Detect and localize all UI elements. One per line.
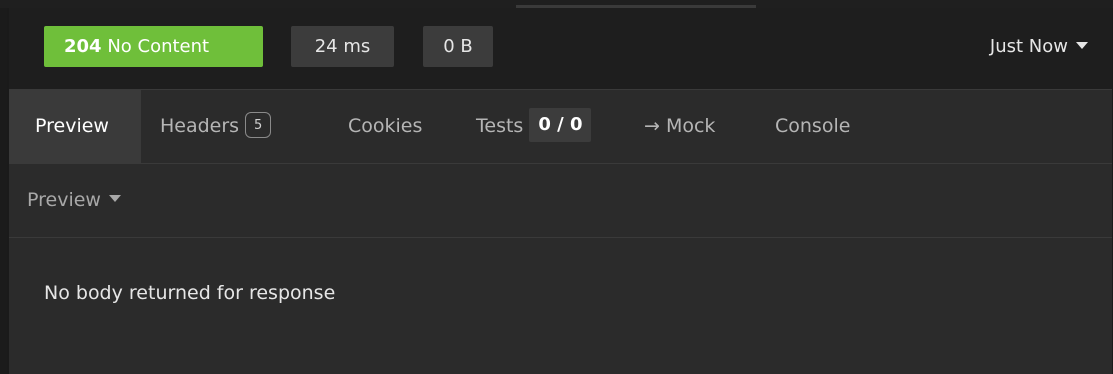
preview-mode-row: Preview — [9, 164, 1112, 238]
status-badge: 204 No Content — [44, 26, 263, 67]
headers-count-badge: 5 — [245, 111, 272, 138]
tab-headers-label: Headers — [160, 115, 240, 137]
response-history-dropdown[interactable]: Just Now — [990, 26, 1088, 67]
timestamp-label: Just Now — [989, 36, 1068, 57]
tab-cookies[interactable]: Cookies — [348, 90, 422, 163]
response-status-bar: 204 No Content 24 ms 0 B Just Now — [9, 8, 1112, 90]
response-time-badge: 24 ms — [291, 26, 394, 67]
tab-mock-label: → Mock — [644, 115, 716, 137]
status-code: 204 — [64, 36, 102, 57]
preview-mode-label: Preview — [27, 189, 101, 211]
tab-console-label: Console — [775, 115, 851, 137]
empty-body-message: No body returned for response — [44, 282, 336, 304]
status-text: No Content — [107, 36, 210, 57]
tab-preview-label: Preview — [35, 115, 109, 137]
tab-preview[interactable]: Preview — [9, 90, 141, 163]
chevron-down-icon — [108, 195, 121, 202]
tab-console[interactable]: Console — [775, 90, 850, 163]
tab-tests[interactable]: Tests 0 / 0 — [476, 90, 592, 163]
response-size-badge: 0 B — [423, 26, 493, 67]
preview-mode-dropdown[interactable]: Preview — [27, 164, 121, 237]
tab-mock[interactable]: → Mock — [644, 90, 715, 163]
chevron-down-icon — [1076, 41, 1088, 49]
tab-tests-label: Tests — [476, 115, 524, 137]
tab-headers[interactable]: Headers 5 — [160, 90, 272, 163]
response-pane: 204 No Content 24 ms 0 B Just Now Previe… — [7, 8, 1112, 374]
tests-result-badge: 0 / 0 — [529, 107, 592, 142]
tab-cookies-label: Cookies — [348, 115, 423, 137]
response-tabs: Preview Headers 5 Cookies Tests 0 / 0 → Mo… — [9, 90, 1112, 164]
window-top-edge — [0, 0, 1113, 8]
